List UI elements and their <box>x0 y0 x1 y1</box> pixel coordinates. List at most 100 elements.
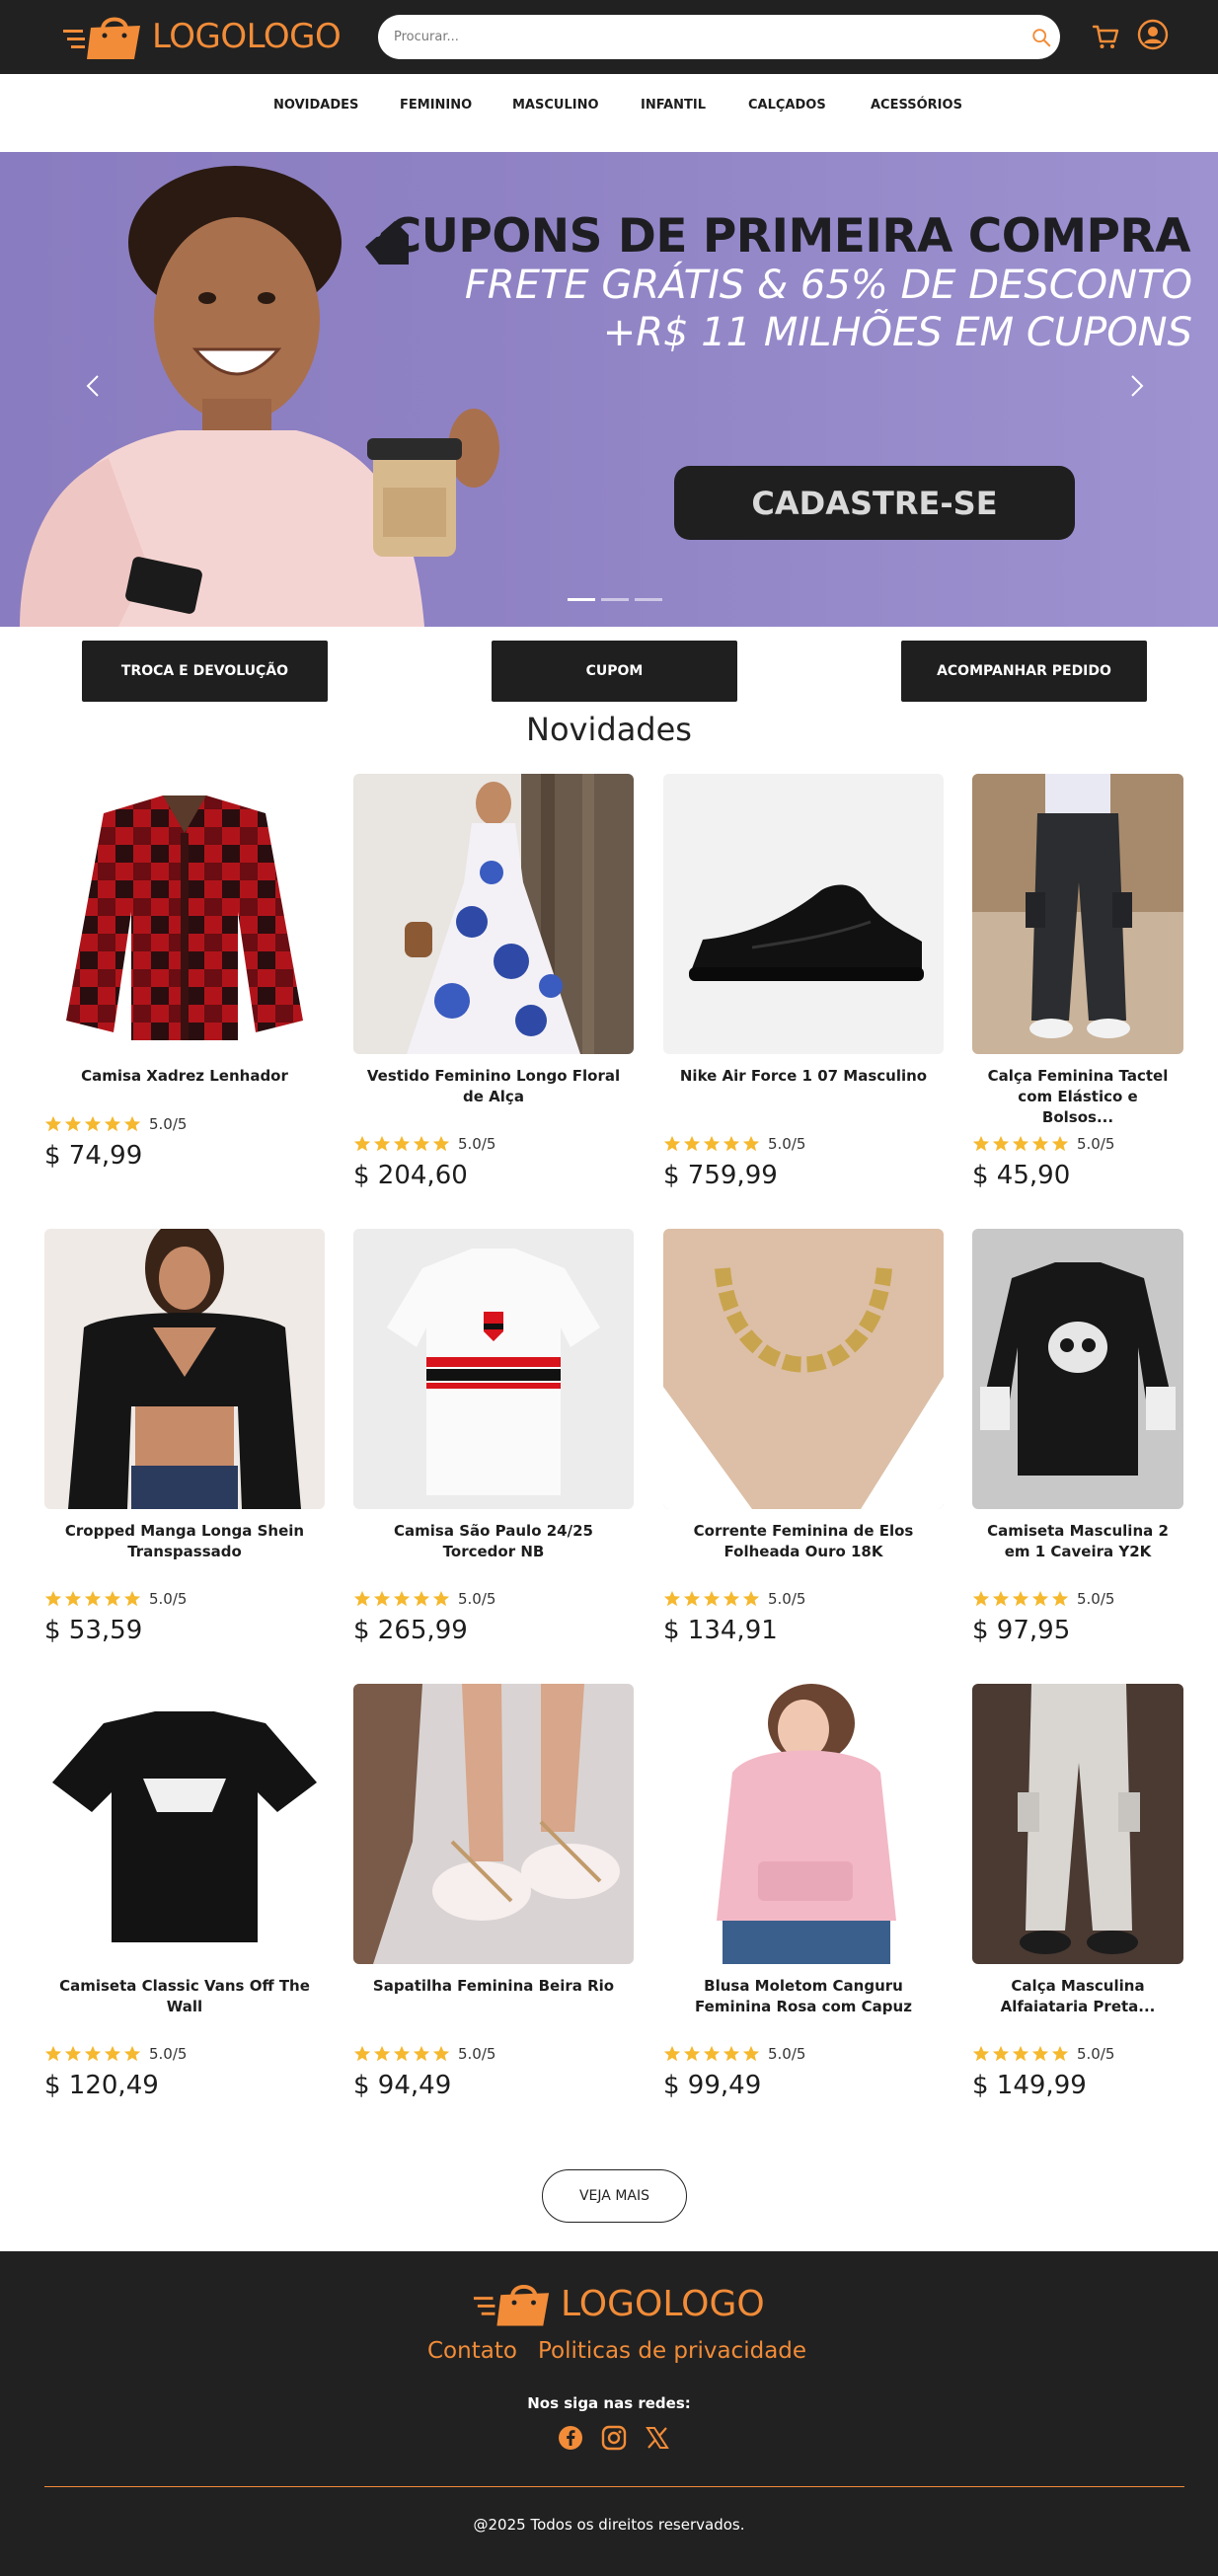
star-icon <box>353 1590 371 1607</box>
see-more-button[interactable]: VEJA MAIS <box>542 2169 687 2223</box>
carousel-dot-1[interactable] <box>568 598 595 601</box>
star-icon <box>84 2045 102 2062</box>
product-name[interactable]: Calça Feminina Tactel com Elástico e Bol… <box>982 1066 1174 1128</box>
product-name[interactable]: Camisa São Paulo 24/25 Torcedor NB <box>363 1521 624 1562</box>
nav-item-infantil[interactable]: INFANTIL <box>641 98 706 113</box>
product-name[interactable]: Blusa Moletom Canguru Feminina Rosa com … <box>673 1976 934 2017</box>
product-card[interactable]: Corrente Feminina de Elos Folheada Ouro … <box>663 1229 944 1653</box>
product-card[interactable]: Blusa Moletom Canguru Feminina Rosa com … <box>663 1684 944 2108</box>
star-icon <box>663 2045 681 2062</box>
product-image[interactable] <box>353 1229 634 1509</box>
product-card[interactable]: Sapatilha Feminina Beira Rio 5.0/5 $ 94,… <box>353 1684 634 2108</box>
star-icon <box>84 1590 102 1607</box>
star-icon <box>1051 1590 1069 1607</box>
nav-item-masculino[interactable]: MASCULINO <box>512 98 599 113</box>
product-name[interactable]: Vestido Feminino Longo Floral de Alça <box>363 1066 624 1107</box>
star-icon <box>1051 1135 1069 1152</box>
rating-text: 5.0/5 <box>458 1135 496 1153</box>
plaid-shirt-image <box>44 774 325 1054</box>
coupon-button[interactable]: CUPOM <box>492 641 737 702</box>
carousel-dot-2[interactable] <box>601 598 629 601</box>
product-image[interactable] <box>663 774 944 1054</box>
promo-banner[interactable]: CUPONS DE PRIMEIRA COMPRA FRETE GRÁTIS &… <box>0 152 1218 627</box>
product-rating: 5.0/5 <box>972 2045 1114 2063</box>
product-rating: 5.0/5 <box>663 1135 805 1153</box>
chevron-left-icon[interactable] <box>79 371 109 401</box>
product-card[interactable]: Camiseta Classic Vans Off The Wall 5.0/5… <box>44 1684 325 2108</box>
star-icon <box>123 1115 141 1132</box>
star-icon <box>123 2045 141 2062</box>
logo[interactable]: LOGOLOGO <box>61 12 342 61</box>
logo-text: LOGOLOGO <box>152 17 342 56</box>
product-name[interactable]: Camisa Xadrez Lenhador <box>54 1066 315 1087</box>
star-icon <box>64 1590 82 1607</box>
product-card[interactable]: Camiseta Masculina 2 em 1 Caveira Y2K 5.… <box>972 1229 1183 1653</box>
product-name[interactable]: Calça Masculina Alfaiataria Preta... <box>982 1976 1174 2017</box>
star-icon <box>1012 2045 1029 2062</box>
chevron-right-icon[interactable] <box>1121 371 1151 401</box>
product-name[interactable]: Corrente Feminina de Elos Folheada Ouro … <box>673 1521 934 1562</box>
product-image[interactable] <box>972 1229 1183 1509</box>
cart-icon[interactable] <box>1091 22 1120 51</box>
search-input[interactable] <box>394 15 1006 59</box>
product-card[interactable]: Calça Masculina Alfaiataria Preta... 5.0… <box>972 1684 1183 2108</box>
star-icon <box>742 1135 760 1152</box>
cargo-pants-image <box>972 774 1183 1054</box>
star-icon <box>663 1135 681 1152</box>
product-image[interactable] <box>353 1684 634 1964</box>
rating-text: 5.0/5 <box>1077 1135 1115 1153</box>
carousel-dot-3[interactable] <box>635 598 662 601</box>
product-price: $ 97,95 <box>972 1616 1071 1645</box>
product-image[interactable] <box>44 774 325 1054</box>
product-name[interactable]: Sapatilha Feminina Beira Rio <box>363 1976 624 1997</box>
nav-item-novidades[interactable]: NOVIDADES <box>273 98 358 113</box>
gold-chain-image <box>663 1229 944 1509</box>
star-icon <box>104 2045 121 2062</box>
product-name[interactable]: Camiseta Masculina 2 em 1 Caveira Y2K <box>982 1521 1174 1562</box>
product-card[interactable]: Camisa São Paulo 24/25 Torcedor NB 5.0/5… <box>353 1229 634 1653</box>
product-card[interactable]: Vestido Feminino Longo Floral de Alça 5.… <box>353 774 634 1198</box>
product-image[interactable] <box>353 774 634 1054</box>
search-icon[interactable] <box>1030 27 1052 48</box>
rating-text: 5.0/5 <box>149 2045 188 2063</box>
privacy-policy-link[interactable]: Politicas de privacidade <box>538 2338 806 2364</box>
product-card[interactable]: Camisa Xadrez Lenhador 5.0/5 $ 74,99 <box>44 774 325 1198</box>
product-image[interactable] <box>972 774 1183 1054</box>
product-name[interactable]: Nike Air Force 1 07 Masculino <box>673 1066 934 1087</box>
section-title: Novidades <box>526 711 692 748</box>
nav-item-acessorios[interactable]: ACESSÓRIOS <box>871 98 962 113</box>
product-image[interactable] <box>44 1229 325 1509</box>
star-icon <box>723 1590 740 1607</box>
star-icon <box>683 1135 701 1152</box>
product-card[interactable]: Cropped Manga Longa Shein Transpassado 5… <box>44 1229 325 1653</box>
copyright-text: @2025 Todos os direitos reservados. <box>473 2516 745 2534</box>
product-name[interactable]: Camiseta Classic Vans Off The Wall <box>54 1976 315 2017</box>
product-card[interactable]: Nike Air Force 1 07 Masculino 5.0/5 $ 75… <box>663 774 944 1198</box>
footer-logo[interactable]: LOGOLOGO <box>472 2279 765 2328</box>
star-icon <box>992 1590 1010 1607</box>
product-image[interactable] <box>44 1684 325 1964</box>
product-card[interactable]: Calça Feminina Tactel com Elástico e Bol… <box>972 774 1183 1198</box>
returns-button[interactable]: TROCA E DEVOLUÇÃO <box>82 641 328 702</box>
x-icon[interactable] <box>645 2425 670 2451</box>
signup-cta-button[interactable]: CADASTRE-SE <box>674 466 1075 540</box>
product-image[interactable] <box>663 1684 944 1964</box>
contact-link[interactable]: Contato <box>427 2338 517 2364</box>
instagram-icon[interactable] <box>601 2425 627 2451</box>
star-icon <box>1051 2045 1069 2062</box>
track-order-button[interactable]: ACOMPANHAR PEDIDO <box>901 641 1147 702</box>
category-nav: NOVIDADES FEMININO MASCULINO INFANTIL CA… <box>0 74 1218 153</box>
nav-item-calcados[interactable]: CALÇADOS <box>748 98 826 113</box>
facebook-icon[interactable] <box>558 2425 583 2451</box>
product-image[interactable] <box>663 1229 944 1509</box>
user-icon[interactable] <box>1137 19 1169 50</box>
product-rating: 5.0/5 <box>972 1135 1114 1153</box>
product-image[interactable] <box>972 1684 1183 1964</box>
pink-hoodie-image <box>663 1684 944 1964</box>
product-name[interactable]: Cropped Manga Longa Shein Transpassado <box>54 1521 315 1562</box>
star-icon <box>104 1115 121 1132</box>
nav-item-feminino[interactable]: FEMININO <box>400 98 472 113</box>
star-icon <box>373 1135 391 1152</box>
rating-text: 5.0/5 <box>149 1590 188 1608</box>
star-icon <box>393 1135 411 1152</box>
